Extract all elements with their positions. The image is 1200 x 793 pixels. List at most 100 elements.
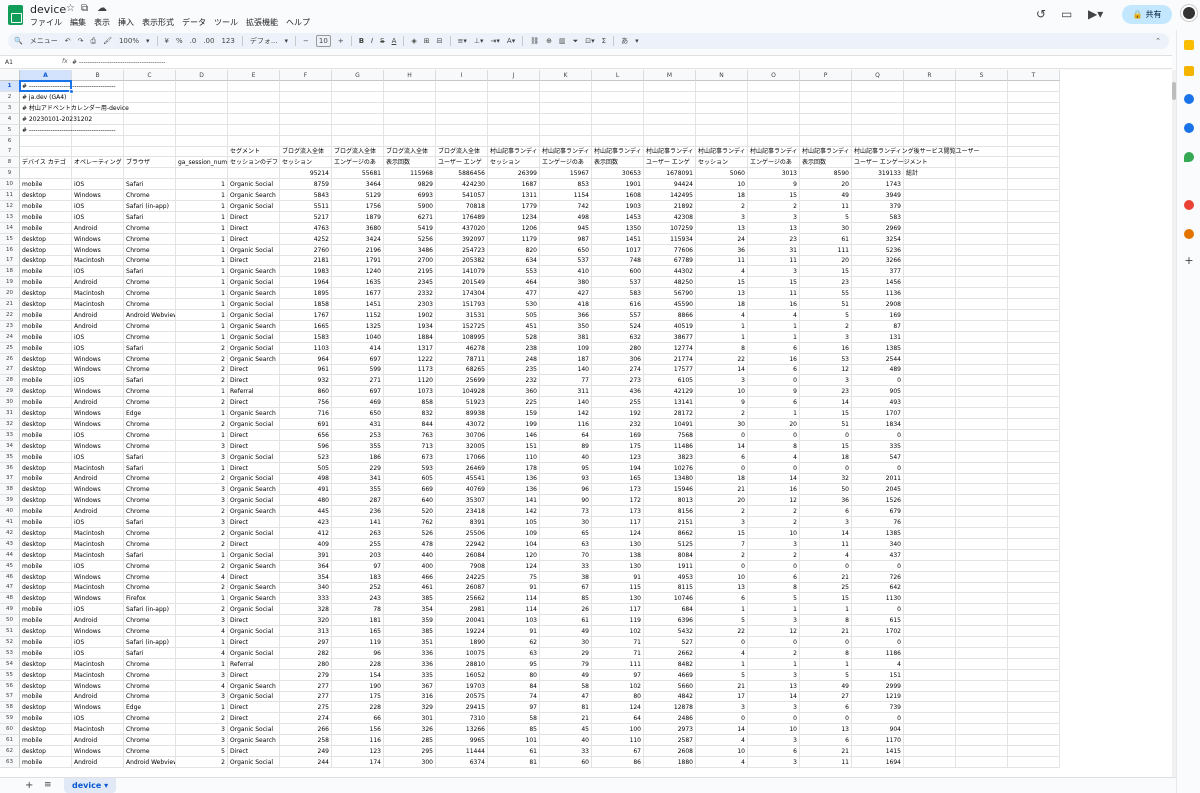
grid-cell[interactable]: 12 [800, 364, 852, 376]
grid-cell[interactable]: 2151 [644, 517, 696, 528]
grid-cell[interactable]: 30 [540, 517, 592, 528]
grid-cell[interactable]: 5 [696, 669, 748, 681]
menu-item[interactable]: 編集 [70, 17, 86, 29]
column-header[interactable]: T [1008, 70, 1060, 81]
grid-cell[interactable] [956, 745, 1008, 757]
grid-cell[interactable]: Direct [228, 517, 280, 528]
currency-button[interactable]: ¥ [165, 36, 169, 46]
grid-cell[interactable] [1008, 200, 1060, 212]
grid-cell[interactable]: Organic Social [228, 331, 280, 343]
grid-cell[interactable]: desktop [20, 233, 72, 245]
grid-cell[interactable]: 1 [176, 386, 228, 398]
grid-cell[interactable] [1008, 636, 1060, 648]
grid-cell[interactable]: Safari [124, 462, 176, 474]
grid-cell[interactable]: 25699 [436, 375, 488, 387]
grid-cell[interactable] [124, 81, 176, 92]
grid-cell[interactable]: 107259 [644, 222, 696, 234]
grid-cell[interactable]: セッションのデフ [228, 157, 280, 169]
grid-cell[interactable]: 30 [540, 636, 592, 648]
grid-cell[interactable]: Macintosh [72, 669, 124, 681]
column-header[interactable]: Q [852, 70, 904, 81]
grid-cell[interactable] [1008, 102, 1060, 114]
grid-cell[interactable]: 42129 [644, 386, 696, 398]
grid-cell[interactable]: 89938 [436, 408, 488, 419]
grid-cell[interactable]: 0 [748, 375, 800, 387]
grid-cell[interactable]: 63 [540, 538, 592, 550]
grid-cell[interactable]: 255 [592, 397, 644, 409]
grid-cell[interactable]: 1 [176, 266, 228, 278]
grid-cell[interactable]: 3013 [748, 168, 800, 180]
grid-cell[interactable]: 11 [800, 538, 852, 550]
grid-cell[interactable]: Macintosh [72, 255, 124, 267]
grid-cell[interactable]: 10 [696, 745, 748, 757]
grid-cell[interactable]: 1 [176, 211, 228, 223]
grid-cell[interactable] [904, 702, 956, 714]
contacts-icon[interactable] [1184, 123, 1194, 133]
row-header[interactable]: 10 [0, 179, 20, 191]
grid-cell[interactable]: 820 [488, 244, 540, 256]
grid-cell[interactable]: Windows [72, 626, 124, 637]
grid-cell[interactable] [1008, 484, 1060, 496]
grid-cell[interactable]: 117 [592, 604, 644, 616]
grid-cell[interactable]: 1687 [488, 179, 540, 191]
grid-cell[interactable]: Organic Search [228, 353, 280, 365]
grid-cell[interactable] [904, 745, 956, 757]
grid-cell[interactable]: 739 [852, 702, 904, 714]
grid-cell[interactable] [176, 113, 228, 125]
grid-cell[interactable]: 1 [748, 604, 800, 616]
grid-cell[interactable]: 491 [280, 484, 332, 496]
grid-cell[interactable]: 5236 [852, 244, 904, 256]
grid-cell[interactable]: 1350 [592, 222, 644, 234]
grid-cell[interactable]: 418 [540, 299, 592, 310]
grid-cell[interactable] [1008, 735, 1060, 746]
grid-cell[interactable]: 1 [176, 331, 228, 343]
grid-cell[interactable]: 86 [592, 756, 644, 768]
grid-cell[interactable] [904, 658, 956, 670]
grid-cell[interactable]: 0 [696, 636, 748, 648]
row-header[interactable]: 58 [0, 702, 20, 714]
grid-cell[interactable]: Direct [228, 211, 280, 223]
grid-cell[interactable]: Android [72, 222, 124, 234]
grid-cell[interactable] [904, 538, 956, 550]
grid-cell[interactable]: 23 [800, 386, 852, 398]
row-header[interactable]: 52 [0, 636, 20, 648]
grid-cell[interactable]: mobile [20, 342, 72, 354]
grid-cell[interactable]: 469 [332, 397, 384, 409]
grid-cell[interactable]: 16 [748, 353, 800, 365]
grid-cell[interactable] [904, 342, 956, 354]
grid-cell[interactable]: 32005 [436, 440, 488, 452]
grid-cell[interactable]: 3 [748, 615, 800, 627]
grid-cell[interactable]: 10 [696, 179, 748, 191]
grid-cell[interactable]: iOS [72, 451, 124, 463]
grid-cell[interactable]: Firefox [124, 593, 176, 605]
row-header[interactable]: 25 [0, 342, 20, 354]
grid-cell[interactable]: mobile [20, 375, 72, 387]
grid-cell[interactable] [904, 113, 956, 125]
addon-icon[interactable] [1184, 200, 1194, 210]
grid-cell[interactable]: 2 [748, 517, 800, 528]
grid-cell[interactable]: 945 [540, 222, 592, 234]
grid-cell[interactable]: Windows [72, 386, 124, 398]
grid-cell[interactable] [904, 364, 956, 376]
grid-cell[interactable]: 102 [592, 680, 644, 692]
addon-icon[interactable] [1184, 229, 1194, 239]
grid-cell[interactable] [124, 91, 176, 103]
grid-cell[interactable]: 3 [748, 669, 800, 681]
row-header[interactable]: 61 [0, 735, 20, 746]
grid-cell[interactable]: 3 [176, 735, 228, 746]
grid-cell[interactable]: 451 [488, 320, 540, 332]
grid-cell[interactable] [1008, 658, 1060, 670]
grid-cell[interactable]: Safari (in-app) [124, 636, 176, 648]
grid-cell[interactable]: 95214 [280, 168, 332, 180]
grid-cell[interactable] [176, 81, 228, 92]
grid-cell[interactable]: 56790 [644, 288, 696, 300]
row-header[interactable]: 46 [0, 571, 20, 583]
grid-cell[interactable]: 3486 [384, 244, 436, 256]
insert-link-icon[interactable]: ⛓ [530, 36, 539, 46]
add-addon-icon[interactable]: + [1184, 255, 1194, 266]
grid-cell[interactable]: 1 [176, 462, 228, 474]
grid-cell[interactable]: 932 [280, 375, 332, 387]
grid-cell[interactable]: 村山記事ランディ [540, 146, 592, 158]
grid-cell[interactable]: 9 [748, 386, 800, 398]
grid-cell[interactable]: 232 [488, 375, 540, 387]
